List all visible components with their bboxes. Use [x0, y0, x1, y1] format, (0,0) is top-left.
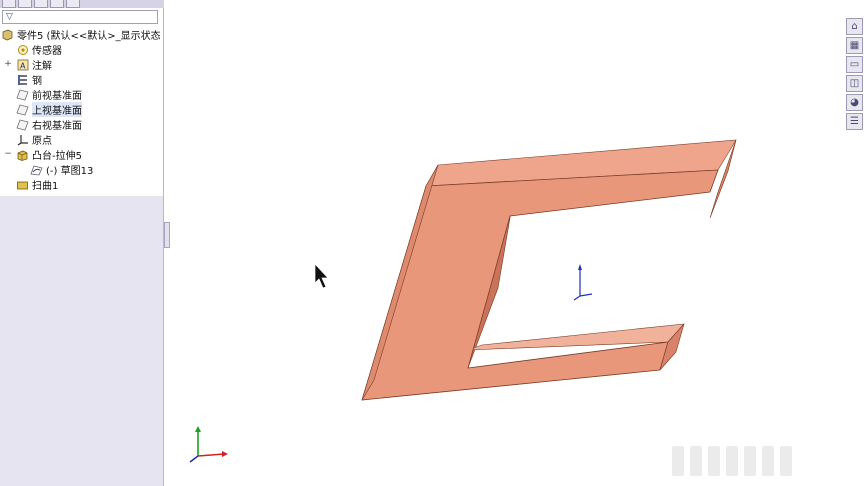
- tree-item-label: 原点: [32, 136, 52, 147]
- tree-item-label: 前视基准面: [32, 91, 82, 102]
- panel-empty-area: [0, 196, 163, 486]
- filter-icon: ▽: [6, 12, 13, 22]
- feature-tree: 零件5 (默认<<默认>_显示状态 传感器 + A 注解 钢 前视基准面 上视基…: [0, 27, 163, 195]
- configuration-manager-tab[interactable]: [34, 0, 48, 8]
- property-manager-tab[interactable]: [18, 0, 32, 8]
- expand-annotations-toggle[interactable]: +: [4, 59, 12, 69]
- watermark-mark: [762, 446, 774, 476]
- display-manager-tab[interactable]: [66, 0, 80, 8]
- mouse-cursor-icon: [314, 263, 329, 289]
- watermark-mark: [744, 446, 756, 476]
- tree-item-front-plane[interactable]: 前视基准面: [16, 87, 82, 102]
- library-icon: ▦: [849, 40, 860, 51]
- task-pane-library-button[interactable]: ▦: [846, 37, 863, 54]
- watermark-mark: [690, 446, 702, 476]
- tree-item-sensors[interactable]: 传感器: [16, 42, 62, 57]
- view-palette-icon: ◫: [849, 78, 860, 89]
- task-pane-custom-properties-button[interactable]: ☰: [846, 113, 863, 130]
- feature-icon: [16, 179, 29, 191]
- extrude-icon: [16, 149, 29, 161]
- task-pane-folder-button[interactable]: ▭: [846, 56, 863, 73]
- sketch-icon: [30, 164, 43, 176]
- reference-triad: [573, 264, 593, 301]
- tree-root-part[interactable]: 零件5 (默认<<默认>_显示状态: [1, 27, 161, 42]
- dimxpert-tab[interactable]: [50, 0, 64, 8]
- collapse-extrude-toggle[interactable]: −: [4, 149, 12, 159]
- tree-item-label: 上视基准面: [32, 102, 82, 117]
- graphics-viewport[interactable]: [170, 0, 846, 486]
- appearance-icon: ◕: [850, 97, 859, 108]
- task-pane-home-button[interactable]: ⌂: [846, 18, 863, 35]
- tree-item-label: 凸台-拉伸5: [32, 151, 82, 162]
- plane-icon: [16, 89, 29, 101]
- orientation-triad: [189, 426, 228, 463]
- tree-root-label: 零件5 (默认<<默认>_显示状态: [17, 31, 161, 42]
- material-icon: [16, 74, 29, 86]
- annotation-icon: A: [16, 59, 29, 71]
- tree-item-label: 钢: [32, 76, 42, 87]
- home-icon: ⌂: [851, 21, 858, 32]
- tree-item-label: (-) 草图13: [46, 166, 94, 177]
- watermark-mark: [726, 446, 738, 476]
- tree-filter-input[interactable]: ▽: [2, 10, 158, 24]
- watermark-mark: [708, 446, 720, 476]
- watermark-mark: [780, 446, 792, 476]
- task-pane-view-palette-button[interactable]: ◫: [846, 75, 863, 92]
- task-pane-appearance-button[interactable]: ◕: [846, 94, 863, 111]
- tree-item-label: 扫曲1: [32, 181, 59, 192]
- custom-properties-icon: ☰: [850, 116, 859, 127]
- part-icon: [1, 29, 14, 41]
- feature-manager-tab[interactable]: [2, 0, 16, 8]
- tree-item-origin[interactable]: 原点: [16, 132, 52, 147]
- tree-item-label: 注解: [32, 61, 52, 72]
- plane-icon: [16, 104, 29, 116]
- plane-icon: [16, 119, 29, 131]
- tree-item-boss-extrude[interactable]: 凸台-拉伸5: [16, 147, 82, 162]
- svg-text:A: A: [20, 61, 26, 70]
- tree-item-top-plane[interactable]: 上视基准面: [16, 102, 82, 117]
- tree-item-sketch[interactable]: (-) 草图13: [30, 162, 93, 177]
- folder-icon: ▭: [849, 59, 860, 70]
- feature-manager-panel: ▽ 零件5 (默认<<默认>_显示状态 传感器 + A 注解 钢 前视基准面 上…: [0, 0, 164, 486]
- panel-tab-strip: [0, 0, 164, 8]
- tree-item-material[interactable]: 钢: [16, 72, 42, 87]
- task-pane-strip: ⌂ ▦ ▭ ◫ ◕ ☰: [846, 18, 864, 140]
- watermark-mark: [672, 446, 684, 476]
- origin-icon: [16, 134, 29, 146]
- sensor-icon: [16, 44, 29, 56]
- watermark-overlay: [672, 446, 822, 476]
- model-c-front-face: [361, 169, 719, 401]
- tree-item-annotations[interactable]: A 注解: [16, 57, 52, 72]
- tree-item-label: 传感器: [32, 46, 62, 57]
- tree-item-right-plane[interactable]: 右视基准面: [16, 117, 82, 132]
- tree-item-feature[interactable]: 扫曲1: [16, 177, 58, 192]
- tree-item-label: 右视基准面: [32, 121, 82, 132]
- viewport-canvas: [189, 139, 737, 463]
